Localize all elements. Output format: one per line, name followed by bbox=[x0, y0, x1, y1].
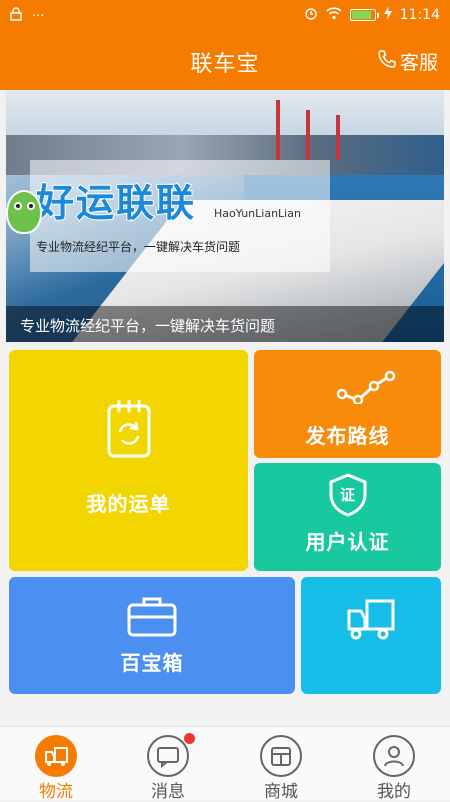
tab-messages[interactable]: 消息 bbox=[112, 727, 224, 802]
publish-route-label: 发布路线 bbox=[305, 424, 390, 448]
phone-icon bbox=[377, 49, 397, 74]
tab-profile-label: 我的 bbox=[377, 782, 411, 802]
tab-messages-label: 消息 bbox=[151, 782, 185, 802]
customer-service-button[interactable]: 客服 bbox=[377, 48, 438, 75]
tab-profile[interactable]: 我的 bbox=[338, 727, 450, 802]
banner-caption: 专业物流经纪平台，一键解决车货问题 bbox=[6, 306, 444, 342]
clipboard-refresh-icon bbox=[106, 399, 152, 462]
customer-service-label: 客服 bbox=[399, 52, 438, 74]
app-header: 联车宝 客服 bbox=[0, 30, 450, 90]
status-bar: ··· 11:14 bbox=[0, 0, 450, 30]
clock-time: 11:14 bbox=[399, 7, 440, 23]
promo-title: 好运联联 bbox=[35, 180, 197, 226]
battery-icon bbox=[349, 9, 379, 21]
tab-store-label: 商城 bbox=[264, 782, 298, 802]
user-verify-label: 用户认证 bbox=[305, 530, 390, 554]
crane-graphic bbox=[336, 115, 340, 160]
my-waybill-label: 我的运单 bbox=[86, 492, 171, 516]
mascot-icon bbox=[6, 190, 42, 234]
my-waybill-tile[interactable]: 我的运单 bbox=[9, 350, 248, 571]
briefcase-icon bbox=[126, 595, 178, 641]
notification-dots: ··· bbox=[32, 8, 45, 24]
truck-icon bbox=[345, 597, 397, 645]
user-verify-tile[interactable]: 证 用户认证 bbox=[254, 463, 441, 571]
lock-icon bbox=[10, 7, 22, 25]
promo-subtitle: 专业物流经纪平台，一键解决车货问题 bbox=[36, 240, 241, 254]
publish-route-tile[interactable]: 发布路线 bbox=[254, 350, 441, 458]
bottom-tab-bar: 物流 消息 商城 我的 bbox=[0, 726, 450, 802]
tab-logistics-label: 物流 bbox=[39, 782, 73, 802]
alarm-icon bbox=[304, 6, 318, 24]
wifi-icon bbox=[326, 6, 342, 24]
crane-graphic bbox=[276, 100, 280, 160]
tab-store[interactable]: 商城 bbox=[225, 727, 337, 802]
crane-graphic bbox=[306, 110, 310, 160]
promo-banner[interactable]: 好运联联 HaoYunLianLian 专业物流经纪平台，一键解决车货问题 专业… bbox=[6, 90, 444, 342]
store-icon bbox=[260, 735, 302, 777]
route-line-icon bbox=[336, 370, 396, 408]
promo-pinyin: HaoYunLianLian bbox=[214, 207, 301, 220]
toolbox-label: 百宝箱 bbox=[120, 651, 184, 675]
tab-logistics[interactable]: 物流 bbox=[0, 727, 112, 802]
truck-tile[interactable] bbox=[301, 577, 441, 694]
message-icon bbox=[147, 735, 189, 777]
certificate-glyph: 证 bbox=[339, 486, 355, 504]
charging-icon bbox=[383, 6, 392, 24]
unread-badge bbox=[184, 733, 195, 744]
profile-icon bbox=[373, 735, 415, 777]
toolbox-tile[interactable]: 百宝箱 bbox=[9, 577, 295, 694]
logistics-truck-icon bbox=[35, 735, 77, 777]
